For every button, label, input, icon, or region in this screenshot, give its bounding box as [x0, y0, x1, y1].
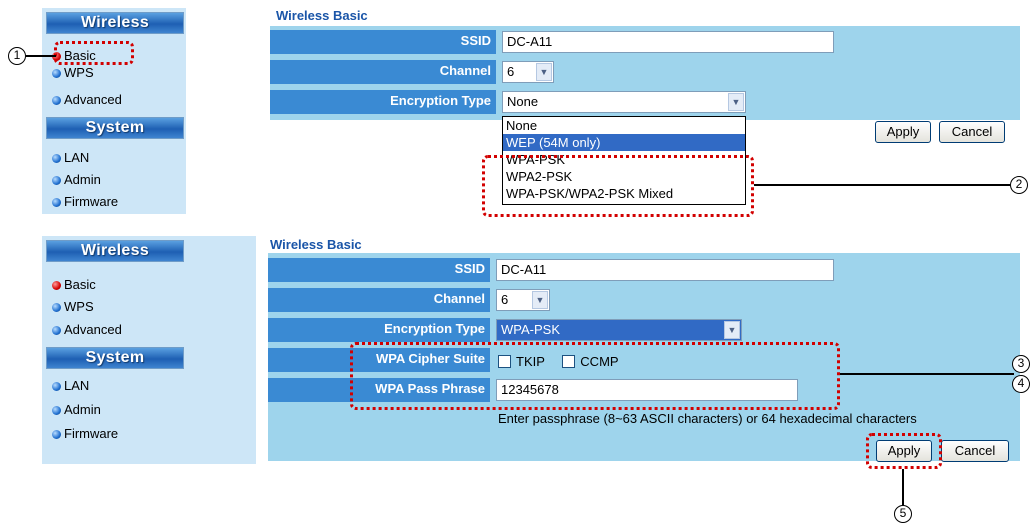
- sidebar-top: Wireless Basic WPS Advanced System LAN A…: [42, 8, 186, 214]
- red-bullet-icon: [52, 281, 61, 290]
- sidebar-item-firmware[interactable]: Firmware: [52, 425, 118, 442]
- highlight-wpa-fields: [350, 342, 840, 410]
- wireless-header: Wireless: [46, 12, 184, 34]
- sidebar-item-basic[interactable]: Basic: [52, 276, 96, 293]
- callout-5: 5: [894, 505, 912, 523]
- channel-value: 6: [501, 292, 509, 307]
- sidebar-item-label: Advanced: [64, 322, 122, 337]
- blue-bullet-icon: [52, 69, 61, 78]
- passphrase-hint: Enter passphrase (8~63 ASCII characters)…: [498, 411, 917, 426]
- callout-3: 3: [1012, 355, 1030, 373]
- channel-select[interactable]: 6 ▼: [502, 61, 554, 83]
- apply-button[interactable]: Apply: [875, 121, 931, 143]
- encryption-type-value: None: [507, 94, 539, 109]
- sidebar-item-label: WPS: [64, 65, 94, 80]
- blue-bullet-icon: [52, 176, 61, 185]
- sidebar-item-advanced[interactable]: Advanced: [52, 321, 122, 338]
- sidebar-item-label: Admin: [64, 172, 101, 187]
- blue-bullet-icon: [52, 430, 61, 439]
- sidebar-item-lan[interactable]: LAN: [52, 377, 89, 394]
- callout-line-3-4: [840, 373, 1014, 375]
- sidebar-item-admin[interactable]: Admin: [52, 171, 101, 188]
- blue-bullet-icon: [52, 382, 61, 391]
- chevron-down-icon: ▼: [724, 321, 740, 339]
- wireless-header: Wireless: [46, 240, 184, 262]
- blue-bullet-icon: [52, 303, 61, 312]
- system-header: System: [46, 117, 184, 139]
- sidebar-item-label: LAN: [64, 150, 90, 165]
- encryption-type-label: Encryption Type: [270, 90, 496, 114]
- ssid-input[interactable]: DC-A11: [496, 259, 834, 281]
- sidebar-item-label: Advanced: [64, 92, 122, 107]
- sidebar-item-label: Admin: [64, 402, 101, 417]
- sidebar-item-wps[interactable]: WPS: [52, 64, 94, 81]
- sidebar-item-label: Basic: [64, 277, 96, 292]
- blue-bullet-icon: [52, 96, 61, 105]
- encryption-type-label: Encryption Type: [268, 318, 490, 342]
- chevron-down-icon: ▼: [536, 63, 552, 81]
- callout-2: 2: [1010, 176, 1028, 194]
- encryption-type-select[interactable]: WPA-PSK ▼: [496, 319, 742, 341]
- blue-bullet-icon: [52, 198, 61, 207]
- sidebar-item-label: WPS: [64, 299, 94, 314]
- blue-bullet-icon: [52, 154, 61, 163]
- sidebar-item-firmware[interactable]: Firmware: [52, 193, 118, 210]
- sidebar-item-label: Firmware: [64, 194, 119, 209]
- callout-4: 4: [1012, 375, 1030, 393]
- highlight-basic: [54, 41, 134, 65]
- sidebar-item-lan[interactable]: LAN: [52, 149, 89, 166]
- sidebar-item-label: Firmware: [64, 426, 119, 441]
- blue-bullet-icon: [52, 326, 61, 335]
- chevron-down-icon: ▼: [728, 93, 744, 111]
- channel-value: 6: [507, 64, 515, 79]
- sidebar-item-wps[interactable]: WPS: [52, 298, 94, 315]
- highlight-wpa-options: [482, 155, 754, 217]
- sidebar-item-advanced[interactable]: Advanced: [52, 91, 122, 108]
- sidebar-item-label: LAN: [64, 378, 90, 393]
- ssid-input[interactable]: DC-A11: [502, 31, 834, 53]
- channel-label: Channel: [270, 60, 496, 84]
- cancel-button[interactable]: Cancel: [939, 121, 1005, 143]
- callout-1: 1: [8, 47, 26, 65]
- page-title: Wireless Basic: [270, 237, 362, 252]
- sidebar-bottom: Wireless Basic WPS Advanced System LAN A…: [42, 236, 256, 464]
- ssid-label: SSID: [270, 30, 496, 54]
- encryption-type-select[interactable]: None ▼: [502, 91, 746, 113]
- chevron-down-icon: ▼: [532, 291, 548, 309]
- ssid-label: SSID: [268, 258, 490, 282]
- callout-line-5: [902, 469, 904, 505]
- dropdown-option-wep[interactable]: WEP (54M only): [503, 134, 745, 151]
- callout-line-1: [26, 55, 56, 57]
- channel-label: Channel: [268, 288, 490, 312]
- highlight-apply: [866, 433, 942, 469]
- sidebar-item-admin[interactable]: Admin: [52, 401, 101, 418]
- channel-select[interactable]: 6 ▼: [496, 289, 550, 311]
- blue-bullet-icon: [52, 406, 61, 415]
- callout-line-2: [754, 184, 1010, 186]
- encryption-type-value: WPA-PSK: [501, 322, 560, 337]
- page-title: Wireless Basic: [276, 8, 368, 23]
- dropdown-option-none[interactable]: None: [503, 117, 745, 134]
- cancel-button[interactable]: Cancel: [941, 440, 1009, 462]
- system-header: System: [46, 347, 184, 369]
